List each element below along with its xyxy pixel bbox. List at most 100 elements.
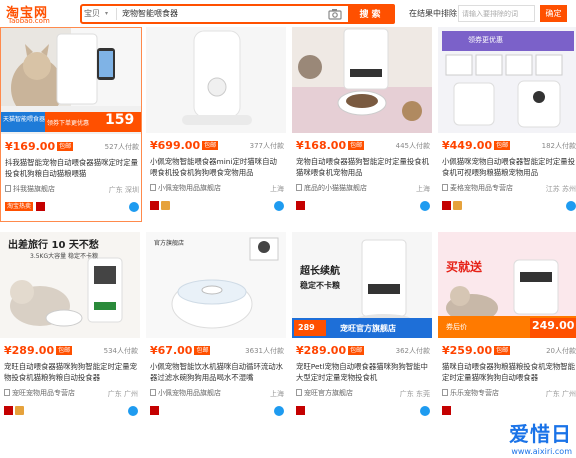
badge-row <box>296 201 432 212</box>
shop-icon <box>4 389 10 396</box>
sold-count: 3631人付款 <box>245 347 284 355</box>
search-scope-select[interactable]: 宝贝 <box>84 7 114 21</box>
chat-icon[interactable] <box>566 201 576 211</box>
tmall-icon <box>4 406 13 415</box>
product-title[interactable]: 宠旺Petl宠物自动喂食器猫咪狗狗智能中大型定时定量宠物投食机 <box>296 361 430 383</box>
product-card[interactable]: 官方旗舰店 ¥67.00 包邮 3631人付款 小佩宠物智能饮水机猫咪自动循环流动… <box>146 232 288 427</box>
product-card[interactable]: 出差旅行 10 天不愁 3.5KG大容量 稳定不卡粮 ¥289.00 包邮 534… <box>0 232 142 427</box>
sold-count: 534人付款 <box>103 347 138 355</box>
free-shipping-badge: 包邮 <box>348 141 365 150</box>
sold-count: 445人付款 <box>395 142 430 150</box>
price-row: ¥289.00 包邮 362人付款 <box>296 344 432 358</box>
shop-location: 江苏 苏州 <box>545 185 576 193</box>
chat-icon[interactable] <box>274 406 284 416</box>
product-title[interactable]: 宠旺自动喂食器猫咪狗狗智能定时定量宠物投食机猫粮狗粮自动投食器 <box>4 361 138 383</box>
product-title[interactable]: 猫咪自动喂食器狗粮猫粮投食机宠物智能定时定量猫咪狗狗自动喂食器 <box>442 361 576 383</box>
search-box: 宝贝 ▾ 搜索 <box>80 4 395 24</box>
tmall-icon <box>35 202 45 211</box>
product-image[interactable]: 出差旅行 10 天不愁 3.5KG大容量 稳定不卡粮 <box>0 232 140 338</box>
image-overlay-subtext: 稳定不卡粮 <box>300 281 340 290</box>
search-button[interactable]: 搜索 <box>348 4 395 24</box>
gold-seller-icon <box>161 201 170 210</box>
promo-badge: 淘宝热卖 <box>5 202 34 211</box>
sold-count: 527人付款 <box>104 143 139 151</box>
shop-name[interactable]: 宠旺宠物用品专营店 <box>12 389 75 397</box>
exclude-confirm-button[interactable]: 确定 <box>540 5 567 22</box>
image-overlay-text: 出差旅行 10 天不愁 <box>8 240 99 251</box>
product-card[interactable]: ¥699.00 包邮 377人付款 小佩宠物智能喂食器mini定时猫咪自动喂食机投… <box>146 27 288 222</box>
image-overlay-subtext: 领券下单更优惠 <box>47 120 90 127</box>
image-overlay-text: 天猫智能喂食器 <box>3 116 46 123</box>
shop-name[interactable]: 抖我猫旗舰店 <box>13 185 55 193</box>
product-price: ¥259.00 <box>442 344 493 357</box>
shop-name[interactable]: 麦格宠物用品专营店 <box>450 184 513 192</box>
product-image[interactable] <box>146 27 286 133</box>
chat-icon[interactable] <box>420 201 430 211</box>
image-overlay-text: 超长续航 <box>300 266 340 277</box>
product-image[interactable]: 天猫智能喂食器 领券下单更优惠 159 <box>1 28 141 134</box>
shop-row: 抖我猫旗舰店 广东 深圳 <box>5 184 141 195</box>
shop-name[interactable]: 底品的小猫猫旗舰店 <box>304 184 367 192</box>
shop-location: 上海 <box>270 390 284 398</box>
product-card[interactable]: 超长续航 稳定不卡粮 289 宠旺官方旗舰店 ¥289.00 包邮 362人付款 … <box>292 232 434 427</box>
image-overlay-text: 买就送 <box>446 260 483 274</box>
image-overlay-subtext: 券后价 <box>446 323 467 331</box>
product-price: ¥699.00 <box>150 139 201 152</box>
image-overlay-price: 249.00 <box>532 319 575 332</box>
shop-icon <box>5 185 11 192</box>
tmall-icon <box>296 201 305 210</box>
shop-row: 麦格宠物用品专营店 江苏 苏州 <box>442 183 576 194</box>
product-image[interactable]: 官方旗舰店 <box>146 232 286 338</box>
exclude-label: 在结果中排除 <box>409 9 457 18</box>
image-overlay-text: 官方旗舰店 <box>154 240 185 247</box>
product-title[interactable]: 抖我猫智能宠物自动喂食器猫咪定时定量投食机狗粮自动猫粮喂猫 <box>5 157 139 179</box>
shop-name[interactable]: 小佩宠物用品旗舰店 <box>158 389 221 397</box>
badge-row <box>4 406 140 417</box>
price-row: ¥169.00 包邮 527人付款 <box>5 140 141 154</box>
product-title[interactable]: 小佩宠物智能喂食器mini定时猫咪自动喂食机投食机狗狗喂食宠物用品 <box>150 156 284 178</box>
product-image[interactable]: 买就送 券后价 249.00 <box>438 232 576 338</box>
search-input[interactable] <box>122 7 322 21</box>
tmall-icon <box>150 201 159 210</box>
product-price: ¥289.00 <box>296 344 347 357</box>
taobao-logo[interactable]: 淘宝网 Taobao.com <box>4 2 60 26</box>
tmall-icon <box>442 406 451 415</box>
top-bar: 淘宝网 Taobao.com 宝贝 ▾ 搜索 在结果中排除 确定 <box>0 0 576 27</box>
product-price: ¥168.00 <box>296 139 347 152</box>
sold-count: 377人付款 <box>249 142 284 150</box>
product-title[interactable]: 小佩猫咪宠物自动喂食器智能定时定量投食机可视喂狗粮猫粮宠物用品 <box>442 156 576 178</box>
shop-icon <box>442 389 448 396</box>
product-price: ¥169.00 <box>5 140 56 153</box>
free-shipping-badge: 包邮 <box>494 141 511 150</box>
exclude-input[interactable] <box>458 5 535 22</box>
logo-subtext: Taobao.com <box>8 17 50 25</box>
shop-location: 上海 <box>270 185 284 193</box>
tmall-icon <box>442 201 451 210</box>
product-card[interactable]: 领券更优惠 ¥449.00 包邮 182人付款 小佩猫咪宠物自动喂食器智能定时定量… <box>438 27 576 222</box>
product-card[interactable]: 天猫智能喂食器 领券下单更优惠 159 ¥169.00 包邮 527人付款 抖我猫… <box>0 27 142 222</box>
product-title[interactable]: 宠物自动喂食器猫狗智能定时定量投食机猫咪喂食机宠物用品 <box>296 156 430 178</box>
chat-icon[interactable] <box>274 201 284 211</box>
shop-location: 上海 <box>416 185 430 193</box>
free-shipping-badge: 包邮 <box>202 141 219 150</box>
shop-name[interactable]: 宠旺官方旗舰店 <box>304 389 353 397</box>
chat-icon[interactable] <box>128 406 138 416</box>
image-overlay-price: 159 <box>105 112 135 128</box>
product-image[interactable] <box>292 27 432 133</box>
product-image[interactable]: 超长续航 稳定不卡粮 289 宠旺官方旗舰店 <box>292 232 432 338</box>
product-card[interactable]: ¥168.00 包邮 445人付款 宠物自动喂食器猫狗智能定时定量投食机猫咪喂食机… <box>292 27 434 222</box>
shop-name[interactable]: 乐乐宠物专营店 <box>450 389 499 397</box>
free-shipping-badge: 包邮 <box>57 142 74 151</box>
product-title[interactable]: 小佩宠物智能饮水机猫咪自动循环流动水器过滤水碗狗狗用品喝水不湿嘴 <box>150 361 284 383</box>
product-grid: 天猫智能喂食器 领券下单更优惠 159 ¥169.00 包邮 527人付款 抖我猫… <box>0 27 576 458</box>
chat-icon[interactable] <box>129 202 139 212</box>
shop-name[interactable]: 小佩宠物用品旗舰店 <box>158 184 221 192</box>
product-card[interactable]: 买就送 券后价 249.00 ¥259.00 包邮 20人付款 猫咪自动喂食器狗粮… <box>438 232 576 427</box>
shop-row: 宠旺官方旗舰店 广东 东莞 <box>296 388 432 399</box>
image-overlay-subtext: 3.5KG大容量 稳定不卡粮 <box>30 253 99 260</box>
free-shipping-badge: 包邮 <box>494 346 511 355</box>
free-shipping-badge: 包邮 <box>194 346 211 355</box>
camera-icon[interactable] <box>328 8 342 20</box>
chat-icon[interactable] <box>420 406 430 416</box>
product-image[interactable]: 领券更优惠 <box>438 27 576 133</box>
